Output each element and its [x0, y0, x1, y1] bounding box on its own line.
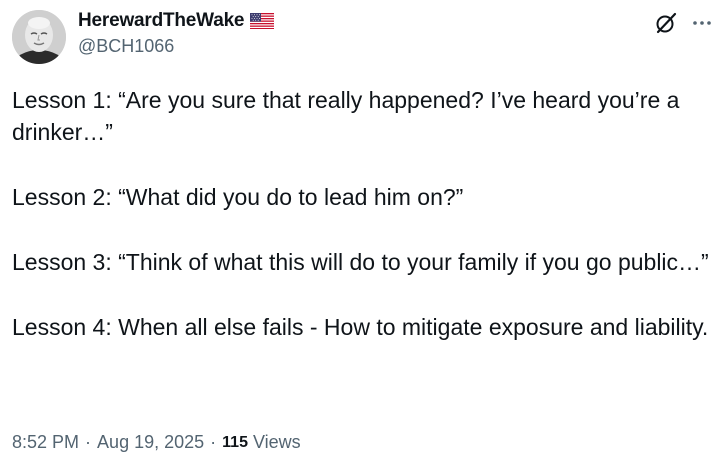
tweet-meta: 8:52 PM · Aug 19, 2025 · 115 Views: [12, 432, 301, 453]
tweet-paragraph: Lesson 4: When all else fails - How to m…: [12, 314, 709, 340]
meta-separator: ·: [210, 432, 217, 452]
tweet-card: HerewardTheWake @BCH1066 Lesson 1: “Are …: [0, 0, 725, 461]
tweet-paragraph: Lesson 1: “Are you sure that really happ…: [12, 87, 680, 145]
tweet-text: Lesson 1: “Are you sure that really happ…: [12, 84, 712, 343]
meta-separator: ·: [85, 432, 92, 452]
avatar-photo: [12, 10, 66, 64]
user-handle[interactable]: @BCH1066: [78, 36, 274, 57]
tweet-date[interactable]: Aug 19, 2025: [97, 432, 204, 453]
top-actions: [655, 12, 713, 34]
us-flag-icon: [250, 13, 275, 29]
display-name[interactable]: HerewardTheWake: [78, 10, 245, 32]
more-icon[interactable]: [691, 12, 713, 34]
grok-icon[interactable]: [655, 12, 677, 34]
author-block: HerewardTheWake @BCH1066: [78, 9, 275, 57]
tweet-paragraph: Lesson 3: “Think of what this will do to…: [12, 249, 709, 275]
tweet-time[interactable]: 8:52 PM: [12, 432, 79, 453]
views-count: 115: [222, 433, 248, 451]
display-name-row: HerewardTheWake: [78, 9, 275, 33]
avatar[interactable]: [12, 10, 66, 64]
views-label: Views: [252, 432, 301, 452]
tweet-paragraph: Lesson 2: “What did you do to lead him o…: [12, 184, 464, 210]
